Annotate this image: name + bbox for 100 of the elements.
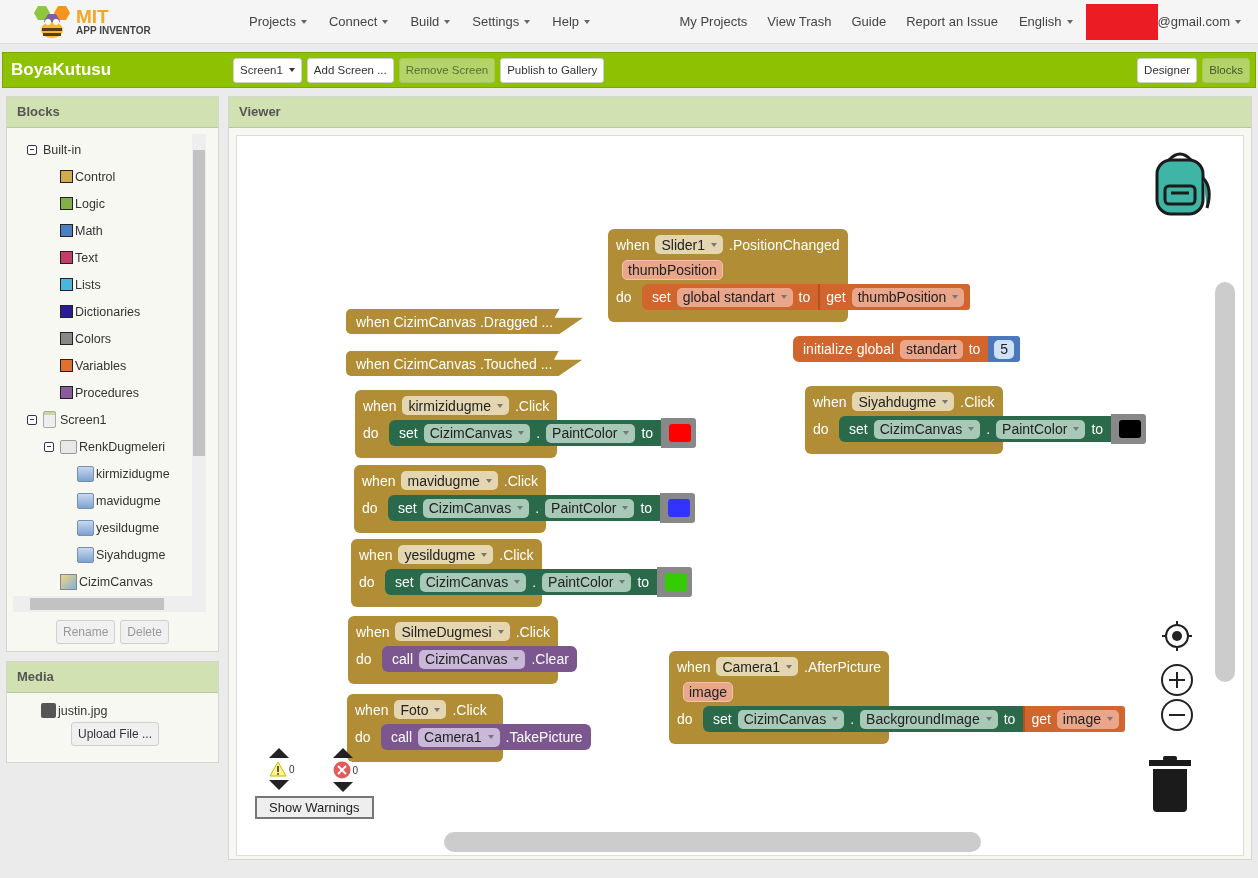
tree-item[interactable]: Colors <box>75 331 112 346</box>
toolbar-button[interactable]: Publish to Gallery <box>500 57 605 83</box>
setter-block[interactable]: set CizimCanvas . PaintColor to <box>385 569 693 595</box>
tree-item[interactable]: Siyahdugme <box>96 547 166 562</box>
tree-item[interactable]: CizimCanvas <box>79 574 153 589</box>
block-dropdown[interactable]: yesildugme <box>398 545 494 564</box>
global-variable-block[interactable]: initialize global standart to 5 <box>793 336 1021 362</box>
variable-name-field[interactable]: standart <box>900 339 963 359</box>
color-block[interactable] <box>1111 414 1147 444</box>
vertical-scrollbar[interactable] <box>1215 282 1235 682</box>
nav-link[interactable]: My Projects <box>669 10 758 33</box>
method-call-block[interactable]: call Camera1 .TakePicture <box>381 724 591 750</box>
tree-item[interactable]: yesildugme <box>96 520 160 535</box>
block-dropdown[interactable]: CizimCanvas <box>422 498 530 518</box>
get-block[interactable]: get thumbPosition <box>818 284 971 310</box>
horizontal-scrollbar[interactable] <box>13 596 206 612</box>
block-dropdown[interactable]: CizimCanvas <box>737 709 845 729</box>
number-field[interactable]: 5 <box>994 339 1015 359</box>
block-dropdown[interactable]: image <box>1056 709 1119 729</box>
tree-item[interactable]: RenkDugmeleri <box>79 439 166 454</box>
tree-item[interactable]: Variables <box>75 358 127 373</box>
block-dropdown[interactable]: Foto <box>394 700 447 719</box>
block-dropdown[interactable]: CizimCanvas <box>419 572 527 592</box>
tree-item[interactable]: Lists <box>75 277 101 292</box>
nav-link[interactable]: View Trash <box>757 10 842 33</box>
collapse-icon[interactable] <box>27 144 37 155</box>
setter-block[interactable]: set CizimCanvas . PaintColor to <box>389 420 697 446</box>
block-dropdown[interactable]: PaintColor <box>546 423 636 443</box>
screen-dropdown[interactable]: Screen1 <box>233 57 302 83</box>
block-dropdown[interactable]: global standart <box>676 287 793 307</box>
block-dropdown[interactable]: PaintColor <box>996 419 1086 439</box>
menu-button[interactable]: Settings <box>461 10 542 33</box>
block-dropdown[interactable]: CizimCanvas <box>873 419 981 439</box>
color-swatch[interactable] <box>668 499 691 517</box>
vertical-scrollbar[interactable] <box>192 134 206 596</box>
view-tab[interactable]: Blocks <box>1202 57 1250 83</box>
nav-link[interactable]: Guide <box>841 10 897 33</box>
block-dropdown[interactable]: PaintColor <box>542 572 632 592</box>
block-dropdown[interactable]: kirmizidugme <box>402 396 509 415</box>
menu-button[interactable]: Build <box>399 10 462 33</box>
tree-item[interactable]: mavidugme <box>96 493 161 508</box>
number-block[interactable]: 5 <box>988 336 1021 362</box>
color-block[interactable] <box>660 493 696 523</box>
get-block[interactable]: get image <box>1023 706 1125 732</box>
tree-item[interactable]: Logic <box>75 196 105 211</box>
block-dropdown[interactable]: CizimCanvas <box>423 423 531 443</box>
menu-button[interactable]: Help <box>541 10 602 33</box>
horizontal-scrollbar[interactable] <box>444 832 981 852</box>
tree-item[interactable]: Dictionaries <box>75 304 141 319</box>
setter-block[interactable]: set CizimCanvas . PaintColor to <box>388 495 696 521</box>
recenter-icon[interactable] <box>1161 620 1193 652</box>
tree-item[interactable]: Built-in <box>43 142 82 157</box>
block-dropdown[interactable]: SilmeDugmesi <box>395 622 510 641</box>
trash-icon[interactable] <box>1149 756 1191 812</box>
media-file[interactable]: justin.jpg <box>58 703 108 718</box>
tree-item[interactable]: Text <box>75 250 98 265</box>
setter-block[interactable]: set CizimCanvas . BackgroundImage to get image <box>703 706 1125 732</box>
color-block[interactable] <box>657 567 693 597</box>
collapse-icon[interactable] <box>44 441 54 452</box>
block-dropdown[interactable]: mavidugme <box>401 471 498 490</box>
nav-link[interactable]: Report an Issue <box>896 10 1008 33</box>
setter-block[interactable]: set global standart to get thumbPosition <box>642 284 971 310</box>
method-call-block[interactable]: call CizimCanvas .Clear <box>382 646 577 672</box>
setter-block[interactable]: set CizimCanvas . PaintColor to <box>839 416 1147 442</box>
parameter-chip[interactable]: image <box>683 681 734 702</box>
tree-item[interactable]: Control <box>75 169 116 184</box>
tree-item[interactable]: Screen1 <box>60 412 107 427</box>
block-label: .Click <box>503 472 539 489</box>
tree-item[interactable]: Procedures <box>75 385 139 400</box>
color-swatch[interactable] <box>665 573 688 591</box>
block-label: when <box>356 623 390 640</box>
block-dropdown[interactable]: PaintColor <box>545 498 635 518</box>
tree-item[interactable]: Math <box>75 223 103 238</box>
collapse-icon[interactable] <box>27 414 37 425</box>
tree-item[interactable]: kirmizidugme <box>96 466 170 481</box>
block-dropdown[interactable]: BackgroundImage <box>860 709 998 729</box>
parameter-chip[interactable]: thumbPosition <box>622 259 723 280</box>
account-menu[interactable]: @gmail.com <box>1157 10 1252 33</box>
view-tab[interactable]: Designer <box>1137 57 1198 83</box>
zoom-out-icon[interactable] <box>1161 699 1193 731</box>
show-warnings-button[interactable]: Show Warnings <box>255 796 374 819</box>
block-dropdown[interactable]: Camera1 <box>418 727 500 747</box>
toolbar-button[interactable]: Add Screen ... <box>306 57 394 83</box>
block-dropdown[interactable]: Camera1 <box>716 657 799 676</box>
color-block[interactable] <box>661 418 697 448</box>
upload-button[interactable]: Upload File ... <box>71 722 160 746</box>
block-label: to <box>798 289 811 305</box>
zoom-in-icon[interactable] <box>1161 664 1193 696</box>
menu-button[interactable]: Projects <box>238 10 318 33</box>
block-label: set <box>713 711 732 727</box>
block-dropdown[interactable]: Siyahdugme <box>852 392 955 411</box>
phone-icon <box>43 411 56 428</box>
block-dropdown[interactable]: Slider1 <box>655 235 724 254</box>
block-dropdown[interactable]: CizimCanvas <box>419 649 526 669</box>
menu-button[interactable]: Connect <box>317 10 400 33</box>
color-swatch[interactable] <box>669 424 692 442</box>
block-dropdown[interactable]: thumbPosition <box>851 287 965 307</box>
color-swatch[interactable] <box>1119 420 1142 438</box>
button-component-icon <box>77 465 94 482</box>
language-menu[interactable]: English <box>1007 10 1084 33</box>
